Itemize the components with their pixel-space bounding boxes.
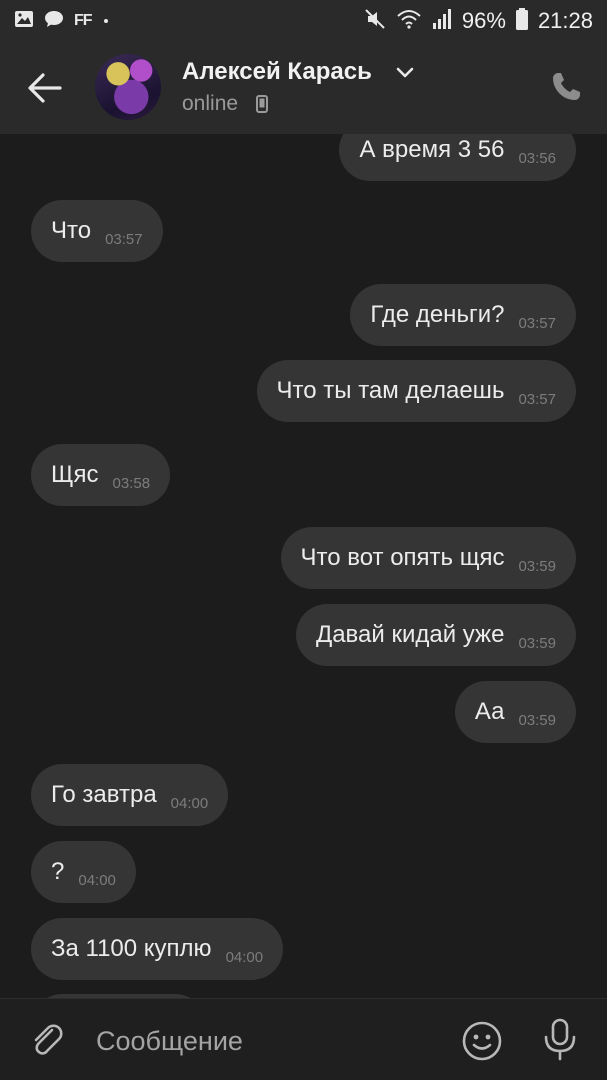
message-text: Где деньги? [370,301,505,328]
battery-icon [515,7,528,35]
status-bar-right: 96% 21:28 [364,7,593,35]
message-text: Аа [474,698,505,725]
attach-button[interactable] [28,1021,66,1059]
message-input[interactable] [96,1021,436,1061]
call-button[interactable] [549,70,583,104]
emoji-button[interactable] [460,1019,504,1063]
chat-header: Алексей Карась online [0,42,607,134]
message-time: 04:00 [170,794,209,812]
microphone-button[interactable] [540,1017,580,1063]
message-time: 03:56 [518,149,556,167]
mobile-device-icon [256,95,268,113]
incoming-message[interactable]: Го завтра 04:00 [31,764,229,826]
outgoing-message[interactable]: А время 3 56 03:56 [339,134,576,181]
outgoing-message[interactable]: Что вот опять щяс 03:59 [280,527,576,589]
message-time: 03:59 [518,711,556,729]
outgoing-message[interactable]: Где деньги? 03:57 [350,284,576,346]
avatar[interactable] [95,54,161,120]
incoming-message[interactable]: Что 03:57 [31,200,163,262]
message-text: За 1100 куплю [51,935,212,962]
message-text: Что вот опять щяс [300,544,505,571]
message-text: Давай кидай уже [315,621,505,648]
phone-icon [553,73,580,100]
outgoing-message[interactable]: Что ты там делаешь 03:57 [256,360,576,422]
back-button[interactable] [26,70,66,106]
dot-icon [102,12,110,30]
message-time: 03:59 [518,634,556,652]
message-text: ? [51,858,65,885]
status-bar: FF 96% 21:28 [0,0,607,42]
contact-status: online [182,92,239,115]
gallery-icon [14,10,34,33]
mute-icon [364,8,386,35]
contact-name[interactable]: Алексей Карась [182,58,372,86]
message-text: Что ты там делаешь [276,377,505,404]
message-time: 04:00 [225,948,264,966]
battery-percent: 96% [461,8,506,33]
signal-icon [432,8,452,35]
message-time: 03:57 [105,230,143,248]
outgoing-message[interactable]: Аа 03:59 [454,681,576,743]
message-text: А время 3 56 [359,136,505,163]
clock: 21:28 [537,8,593,33]
smiley-icon [462,1021,502,1061]
chat-icon [44,10,64,33]
wifi-icon [396,8,422,35]
message-text: Го завтра [51,781,157,808]
incoming-message[interactable]: ? 04:00 [31,841,136,903]
ff-icon: FF [74,12,93,29]
chevron-down-icon[interactable] [396,66,414,80]
message-time: 03:57 [518,314,556,332]
message-text: Что [51,217,92,244]
message-time: 03:57 [518,390,556,408]
chat-screen: FF 96% 21:28 Алексей Карась online А вре… [0,0,607,1080]
message-time: 04:00 [78,871,116,889]
message-time: 03:58 [112,474,151,492]
incoming-message[interactable]: За 1100 куплю 04:00 [31,918,284,980]
paperclip-icon [34,1024,63,1055]
outgoing-message[interactable]: Давай кидай уже 03:59 [295,604,576,666]
message-time: 03:59 [518,557,556,575]
arrow-left-icon [28,73,62,103]
status-bar-left: FF [14,10,110,33]
microphone-icon [544,1018,576,1061]
incoming-message[interactable]: Щяс 03:58 [31,444,171,506]
message-composer [0,998,607,1080]
message-list[interactable]: А время 3 56 03:56 Что 03:57 Где деньги? 03:5… [0,134,607,998]
message-text: Щяс [51,461,99,488]
